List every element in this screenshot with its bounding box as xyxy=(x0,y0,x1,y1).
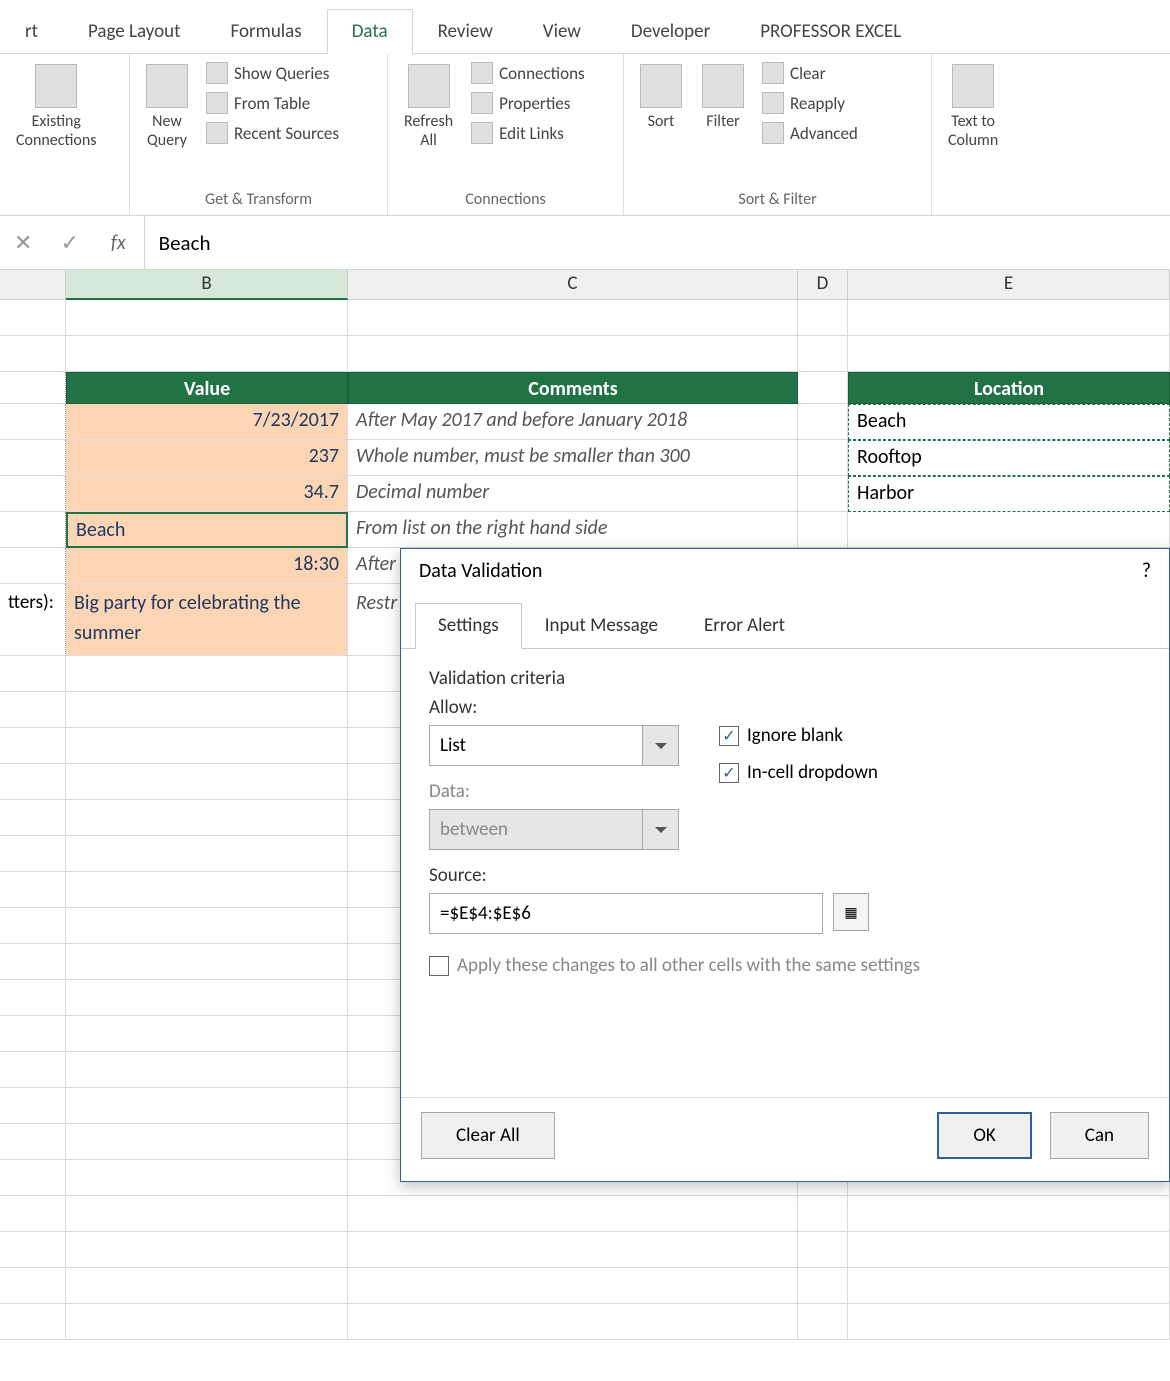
reapply-icon xyxy=(762,92,784,114)
col-b[interactable]: B xyxy=(66,270,348,300)
text-to-columns-button[interactable]: Text to Column xyxy=(942,60,1004,154)
from-table-icon xyxy=(206,92,228,114)
group-label-connections: Connections xyxy=(398,188,613,213)
chevron-down-icon xyxy=(643,809,679,850)
dialog-tab-input-message[interactable]: Input Message xyxy=(522,603,681,648)
tab-professor-excel[interactable]: PROFESSOR EXCEL xyxy=(735,9,926,53)
tab-developer[interactable]: Developer xyxy=(606,9,735,53)
recent-sources-button[interactable]: Recent Sources xyxy=(202,120,343,146)
existing-connections-icon xyxy=(35,64,77,108)
advanced-icon xyxy=(762,122,784,144)
ribbon-tabs: rt Page Layout Formulas Data Review View… xyxy=(0,0,1170,54)
sort-icon xyxy=(640,64,682,108)
formula-bar: ✕ ✓ fx xyxy=(0,216,1170,270)
existing-connections-button[interactable]: Existing Connections xyxy=(10,60,103,154)
cell-value-1[interactable]: 7/23/2017 xyxy=(66,404,348,440)
cell-location-1[interactable]: Beach xyxy=(848,404,1170,440)
cell-comment-2[interactable]: Whole number, must be smaller than 300 xyxy=(348,440,798,476)
cell-comment-1[interactable]: After May 2017 and before January 2018 xyxy=(348,404,798,440)
from-table-button[interactable]: From Table xyxy=(202,90,343,116)
source-label: Source: xyxy=(429,864,869,887)
tab-view[interactable]: View xyxy=(518,9,606,53)
tab-insert[interactable]: rt xyxy=(0,9,63,53)
cell-value-2[interactable]: 237 xyxy=(66,440,348,476)
range-picker-icon[interactable]: ▦ xyxy=(833,893,869,931)
text-to-columns-icon xyxy=(952,64,994,108)
connections-icon xyxy=(471,62,493,84)
cell-value-6[interactable]: Big party for celebrating the summer xyxy=(66,584,348,656)
clear-all-button[interactable]: Clear All xyxy=(421,1112,555,1159)
data-label: Data: xyxy=(429,780,679,803)
ignore-blank-checkbox[interactable]: ✓Ignore blank xyxy=(719,724,878,747)
dialog-tab-error-alert[interactable]: Error Alert xyxy=(681,603,808,648)
source-input[interactable] xyxy=(429,893,823,934)
show-queries-icon xyxy=(206,62,228,84)
data-combo: between xyxy=(429,809,679,850)
tab-data[interactable]: Data xyxy=(327,9,413,54)
cancel-button[interactable]: Can xyxy=(1050,1112,1149,1159)
clear-filter-button[interactable]: Clear xyxy=(758,60,862,86)
reapply-button[interactable]: Reapply xyxy=(758,90,862,116)
group-label-sort-filter: Sort & Filter xyxy=(634,188,921,213)
column-headers: B C D E xyxy=(0,270,1170,300)
ok-button[interactable]: OK xyxy=(937,1112,1031,1159)
cell-location-3[interactable]: Harbor xyxy=(848,476,1170,512)
properties-icon xyxy=(471,92,493,114)
clear-icon xyxy=(762,62,784,84)
new-query-icon xyxy=(146,64,188,108)
dialog-tab-settings[interactable]: Settings xyxy=(415,603,522,649)
show-queries-button[interactable]: Show Queries xyxy=(202,60,343,86)
col-c[interactable]: C xyxy=(348,270,798,300)
tab-pagelayout[interactable]: Page Layout xyxy=(63,9,206,53)
connections-button[interactable]: Connections xyxy=(467,60,589,86)
edit-links-icon xyxy=(471,122,493,144)
ribbon: Existing Connections New Query Show Quer… xyxy=(0,54,1170,216)
filter-icon xyxy=(702,64,744,108)
refresh-icon xyxy=(408,64,450,108)
criteria-heading: Validation criteria xyxy=(429,667,1141,690)
col-d[interactable]: D xyxy=(798,270,848,300)
header-comments: Comments xyxy=(348,372,798,404)
formula-input[interactable] xyxy=(144,216,1170,269)
cell-comment-4[interactable]: From list on the right hand side xyxy=(348,512,798,548)
dialog-title: Data Validation xyxy=(419,559,542,583)
allow-combo[interactable]: List xyxy=(429,725,679,766)
fx-icon[interactable]: fx xyxy=(93,231,144,255)
apply-all-checkbox[interactable]: Apply these changes to all other cells w… xyxy=(429,954,1141,977)
tab-formulas[interactable]: Formulas xyxy=(206,9,327,53)
cell-comment-3[interactable]: Decimal number xyxy=(348,476,798,512)
cell-value-5[interactable]: 18:30 xyxy=(66,548,348,584)
advanced-filter-button[interactable]: Advanced xyxy=(758,120,862,146)
cancel-formula-icon[interactable]: ✕ xyxy=(0,229,46,256)
accept-formula-icon[interactable]: ✓ xyxy=(46,229,92,256)
header-location: Location xyxy=(848,372,1170,404)
edit-links-button[interactable]: Edit Links xyxy=(467,120,589,146)
properties-button[interactable]: Properties xyxy=(467,90,589,116)
row-label-stub: tters): xyxy=(0,584,66,656)
col-e[interactable]: E xyxy=(848,270,1170,300)
refresh-all-button[interactable]: Refresh All xyxy=(398,60,459,154)
incell-dropdown-checkbox[interactable]: ✓In-cell dropdown xyxy=(719,761,878,784)
chevron-down-icon[interactable] xyxy=(643,725,679,766)
group-label-get-transform: Get & Transform xyxy=(140,188,377,213)
allow-label: Allow: xyxy=(429,696,679,719)
sort-button[interactable]: Sort xyxy=(634,60,688,135)
filter-button[interactable]: Filter xyxy=(696,60,750,135)
header-value: Value xyxy=(66,372,348,404)
cell-value-3[interactable]: 34.7 xyxy=(66,476,348,512)
new-query-button[interactable]: New Query xyxy=(140,60,194,154)
cell-location-2[interactable]: Rooftop xyxy=(848,440,1170,476)
dialog-help-icon[interactable]: ? xyxy=(1142,559,1151,583)
recent-sources-icon xyxy=(206,122,228,144)
data-validation-dialog: Data Validation ? Settings Input Message… xyxy=(400,548,1170,1182)
tab-review[interactable]: Review xyxy=(413,9,518,53)
cell-value-4-selected[interactable]: Beach xyxy=(66,512,348,548)
